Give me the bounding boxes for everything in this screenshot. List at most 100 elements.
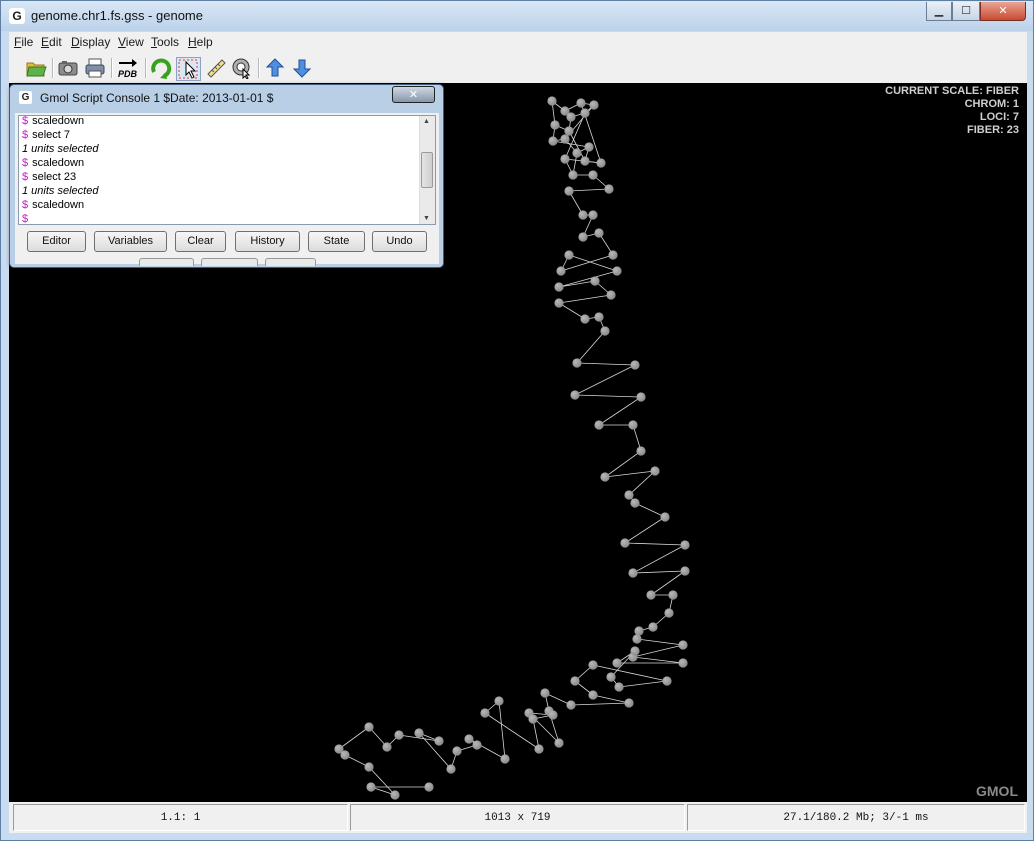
fiber-node[interactable] — [414, 728, 424, 738]
fiber-node[interactable] — [594, 312, 604, 322]
fiber-node[interactable] — [630, 498, 640, 508]
fiber-node[interactable] — [548, 710, 558, 720]
fiber-node[interactable] — [634, 626, 644, 636]
fiber-node[interactable] — [472, 740, 482, 750]
fiber-node[interactable] — [594, 228, 604, 238]
fiber-node[interactable] — [494, 696, 504, 706]
open-icon[interactable] — [25, 57, 47, 79]
fiber-node[interactable] — [612, 266, 622, 276]
fiber-node[interactable] — [364, 762, 374, 772]
fiber-node[interactable] — [678, 658, 688, 668]
fiber-node[interactable] — [668, 590, 678, 600]
fiber-node[interactable] — [584, 142, 594, 152]
fiber-node[interactable] — [500, 754, 510, 764]
fiber-node[interactable] — [596, 158, 606, 168]
menu-file[interactable]: File — [14, 35, 33, 49]
fiber-node[interactable] — [588, 690, 598, 700]
fiber-node[interactable] — [600, 326, 610, 336]
fiber-node[interactable] — [464, 734, 474, 744]
scrollbar-thumb[interactable] — [421, 152, 433, 188]
arrow-up-icon[interactable] — [264, 57, 286, 79]
fiber-node[interactable] — [566, 112, 576, 122]
clear-button[interactable]: Clear — [175, 231, 226, 252]
fiber-node[interactable] — [390, 790, 400, 800]
fiber-node[interactable] — [424, 782, 434, 792]
scroll-down-arrow-icon[interactable]: ▼ — [423, 215, 430, 222]
fiber-node[interactable] — [662, 676, 672, 686]
ruler-icon[interactable] — [205, 57, 227, 79]
fiber-node[interactable] — [620, 538, 630, 548]
fiber-node[interactable] — [572, 358, 582, 368]
fiber-node[interactable] — [394, 730, 404, 740]
fiber-node[interactable] — [564, 126, 574, 136]
close-button[interactable]: ✕ — [980, 2, 1026, 21]
fiber-node[interactable] — [680, 566, 690, 576]
pick-center-icon[interactable] — [231, 57, 253, 79]
menu-display[interactable]: Display — [71, 35, 110, 49]
fiber-node[interactable] — [614, 682, 624, 692]
menu-tools[interactable]: Tools — [151, 35, 179, 49]
camera-icon[interactable] — [57, 57, 79, 79]
rotate-icon[interactable] — [150, 57, 172, 79]
history-button[interactable]: History — [235, 231, 300, 252]
export-pdb-icon[interactable]: PDB — [117, 57, 139, 79]
fiber-node[interactable] — [588, 170, 598, 180]
fiber-node[interactable] — [604, 184, 614, 194]
fiber-node[interactable] — [340, 750, 350, 760]
fiber-node[interactable] — [570, 390, 580, 400]
fiber-node[interactable] — [590, 276, 600, 286]
editor-button[interactable]: Editor — [27, 231, 86, 252]
state-button[interactable]: State — [308, 231, 365, 252]
menu-help[interactable]: Help — [188, 35, 213, 49]
fiber-node[interactable] — [570, 676, 580, 686]
menu-view[interactable]: View — [118, 35, 144, 49]
fiber-node[interactable] — [564, 250, 574, 260]
fiber-node[interactable] — [680, 540, 690, 550]
fiber-node[interactable] — [624, 698, 634, 708]
fiber-node[interactable] — [606, 672, 616, 682]
console-scrollbar[interactable]: ▲ ▼ — [419, 116, 435, 224]
fiber-node[interactable] — [528, 714, 538, 724]
fiber-node[interactable] — [366, 782, 376, 792]
scroll-up-arrow-icon[interactable]: ▲ — [423, 118, 430, 125]
fiber-node[interactable] — [636, 392, 646, 402]
fiber-node[interactable] — [480, 708, 490, 718]
fiber-node[interactable] — [650, 466, 660, 476]
fiber-node[interactable] — [434, 736, 444, 746]
fiber-node[interactable] — [588, 210, 598, 220]
fiber-node[interactable] — [564, 186, 574, 196]
fiber-node[interactable] — [580, 156, 590, 166]
fiber-node[interactable] — [554, 738, 564, 748]
fiber-node[interactable] — [580, 314, 590, 324]
fiber-node[interactable] — [572, 148, 582, 158]
fiber-node[interactable] — [534, 744, 544, 754]
fiber-node[interactable] — [628, 568, 638, 578]
title-bar[interactable]: G genome.chr1.fs.gss - genome ▁ ☐ ✕ — [1, 1, 1033, 31]
fiber-node[interactable] — [632, 634, 642, 644]
fiber-node[interactable] — [624, 490, 634, 500]
fiber-node[interactable] — [660, 512, 670, 522]
fiber-node[interactable] — [578, 210, 588, 220]
fiber-node[interactable] — [556, 266, 566, 276]
menu-edit[interactable]: Edit — [41, 35, 62, 49]
variables-button[interactable]: Variables — [94, 231, 167, 252]
fiber-node[interactable] — [612, 658, 622, 668]
console-close-button[interactable]: ✕ — [392, 86, 435, 103]
fiber-node[interactable] — [550, 120, 560, 130]
fiber-node[interactable] — [547, 96, 557, 106]
minimize-button[interactable]: ▁ — [926, 2, 952, 21]
fiber-node[interactable] — [589, 100, 599, 110]
fiber-node[interactable] — [566, 700, 576, 710]
fiber-node[interactable] — [630, 646, 640, 656]
fiber-node[interactable] — [646, 590, 656, 600]
fiber-node[interactable] — [364, 722, 374, 732]
fiber-node[interactable] — [606, 290, 616, 300]
print-icon[interactable] — [84, 57, 106, 79]
fiber-node[interactable] — [648, 622, 658, 632]
script-console-window[interactable]: G Gmol Script Console 1 $Date: 2013-01-0… — [9, 84, 444, 268]
fiber-node[interactable] — [568, 170, 578, 180]
fiber-node[interactable] — [580, 108, 590, 118]
fiber-node[interactable] — [630, 360, 640, 370]
fiber-node[interactable] — [540, 688, 550, 698]
fiber-node[interactable] — [446, 764, 456, 774]
